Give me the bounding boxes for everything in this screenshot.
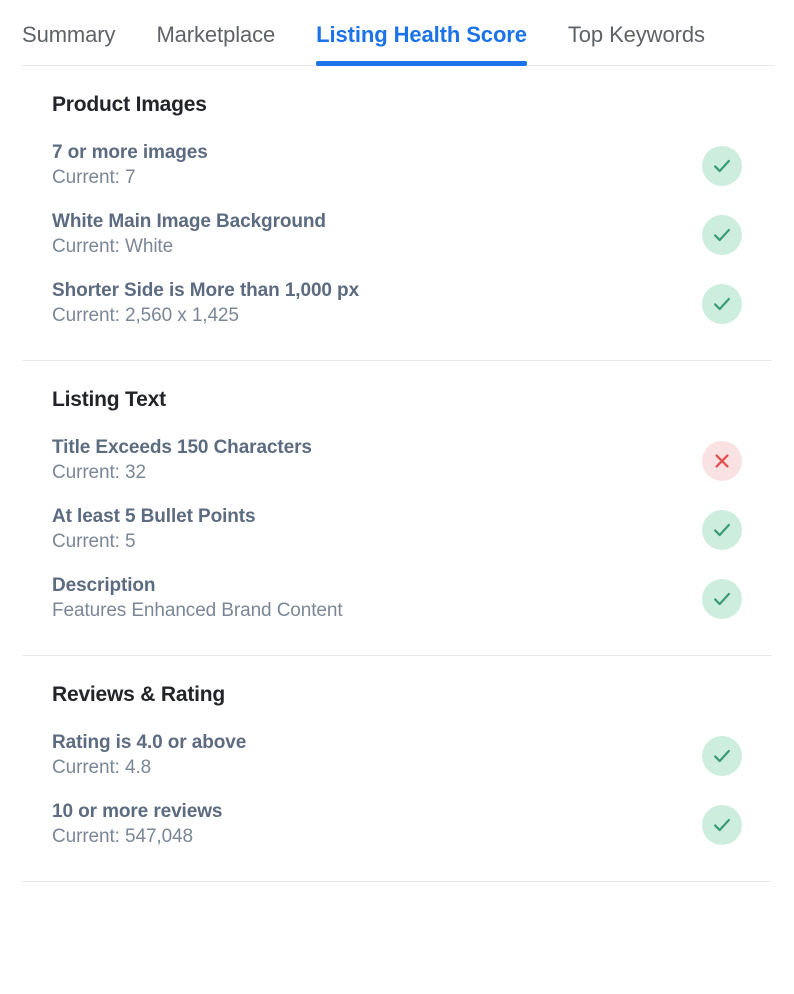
health-check-title: Description: [52, 575, 156, 596]
health-check-row: 10 or more reviews Current: 547,048: [52, 790, 772, 859]
health-check-title: Title Exceeds 150 Characters: [52, 437, 312, 458]
health-check-row: 7 or more images Current: 7: [52, 131, 772, 200]
health-check-title: 10 or more reviews: [52, 801, 223, 822]
section-product-images: Product Images 7 or more images Current: 7…: [0, 66, 794, 360]
tab-summary[interactable]: Summary: [22, 0, 116, 66]
check-icon: [702, 735, 742, 776]
health-check-row: Rating is 4.0 or above Current: 4.8: [52, 721, 772, 790]
health-check-text: At least 5 Bullet Points Current: 5: [52, 504, 256, 555]
check-icon: [702, 145, 742, 186]
health-check-current-value: Current: 2,560 x 1,425: [52, 305, 239, 326]
section-body: Listing Text Title Exceeds 150 Characters…: [22, 360, 772, 655]
section-title: Reviews & Rating: [52, 683, 226, 706]
health-check-current-value: Current: 32: [52, 462, 146, 483]
health-check-text: Shorter Side is More than 1,000 px Curren…: [52, 278, 359, 329]
section-reviews-rating: Reviews & Rating Rating is 4.0 or above Cu…: [0, 655, 794, 881]
health-check-current-value: Current: 4.8: [52, 757, 152, 778]
health-check-row: At least 5 Bullet Points Current: 5: [52, 495, 772, 564]
listing-health-sections: Product Images 7 or more images Current: 7…: [0, 66, 794, 881]
health-check-current-value: Features Enhanced Brand Content: [52, 600, 343, 621]
health-check-row: White Main Image Background Current: Whit…: [52, 200, 772, 269]
health-check-title: White Main Image Background: [52, 211, 326, 232]
health-check-text: 7 or more images Current: 7: [52, 140, 208, 191]
section-listing-text: Listing Text Title Exceeds 150 Characters…: [0, 360, 794, 655]
check-icon: [702, 804, 742, 845]
health-check-row: Shorter Side is More than 1,000 px Curren…: [52, 269, 772, 338]
check-icon: [702, 578, 742, 619]
check-icon: [702, 214, 742, 255]
health-check-text: Rating is 4.0 or above Current: 4.8: [52, 730, 246, 781]
listing-health-score-panel: Summary Marketplace Listing Health Score To…: [0, 0, 794, 994]
health-check-text: Description Features Enhanced Brand Conte…: [52, 573, 343, 624]
health-check-title: At least 5 Bullet Points: [52, 506, 256, 527]
check-icon: [702, 283, 742, 324]
tab-listing-health-score[interactable]: Listing Health Score: [316, 0, 527, 66]
health-check-title: Shorter Side is More than 1,000 px: [52, 280, 360, 301]
tab-marketplace[interactable]: Marketplace: [156, 0, 275, 66]
check-icon: [702, 509, 742, 550]
close-icon: [702, 440, 742, 481]
bottom-divider: [22, 881, 772, 882]
health-check-title: Rating is 4.0 or above: [52, 732, 247, 753]
health-check-current-value: Current: 7: [52, 167, 136, 188]
health-check-text: 10 or more reviews Current: 547,048: [52, 799, 222, 850]
section-body: Reviews & Rating Rating is 4.0 or above Cu…: [22, 655, 772, 881]
section-title: Listing Text: [52, 388, 166, 411]
section-title: Product Images: [52, 93, 207, 116]
health-check-text: White Main Image Background Current: Whit…: [52, 209, 326, 260]
health-check-row: Description Features Enhanced Brand Conte…: [52, 564, 772, 633]
tab-top-keywords[interactable]: Top Keywords: [568, 0, 705, 66]
health-check-current-value: Current: 547,048: [52, 826, 193, 847]
health-check-row: Title Exceeds 150 Characters Current: 32: [52, 426, 772, 495]
health-check-current-value: Current: 5: [52, 531, 136, 552]
section-body: Product Images 7 or more images Current: 7…: [22, 66, 772, 360]
health-check-text: Title Exceeds 150 Characters Current: 32: [52, 435, 312, 486]
health-check-current-value: Current: White: [52, 236, 174, 257]
tab-bar: Summary Marketplace Listing Health Score To…: [0, 0, 794, 66]
health-check-title: 7 or more images: [52, 142, 208, 163]
